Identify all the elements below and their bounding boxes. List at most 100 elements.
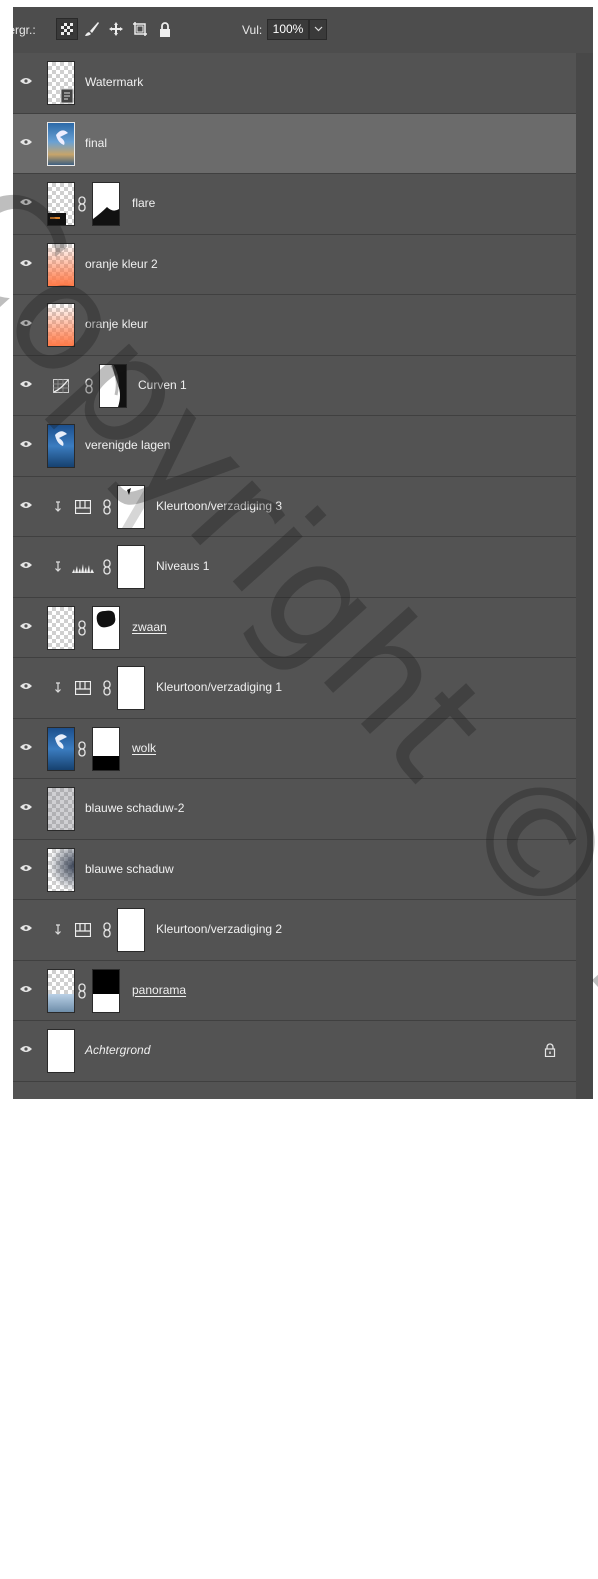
link-chain-icon[interactable] <box>78 740 86 757</box>
visibility-eye-icon[interactable] <box>20 1045 32 1053</box>
curves-icon[interactable] <box>53 378 69 393</box>
layer-row[interactable]: panorama <box>13 961 576 1021</box>
layer-row[interactable]: Niveaus 1 <box>13 537 576 598</box>
layer-name[interactable]: Niveaus 1 <box>156 559 209 573</box>
layer-thumbnail <box>47 787 75 831</box>
link-chain-icon[interactable] <box>78 196 86 212</box>
visibility-eye-icon[interactable] <box>20 77 32 85</box>
link-chain-icon[interactable] <box>85 377 93 394</box>
layers-scrollbar[interactable] <box>576 53 593 1099</box>
layer-name[interactable]: Watermark <box>85 75 143 89</box>
link-chain-icon[interactable] <box>103 559 111 575</box>
layer-thumbnail <box>47 968 75 1013</box>
layer-thumbnail <box>47 605 75 650</box>
layer-row[interactable]: oranje kleur 2 <box>13 235 576 295</box>
layer-name[interactable]: Achtergrond <box>85 1043 150 1057</box>
layer-row[interactable]: Kleurtoon/verzadiging 3 <box>13 477 576 537</box>
layer-name[interactable]: blauwe schaduw-2 <box>85 801 184 815</box>
layers-list: Watermark final flare oranje kleur 2 oranje … <box>13 53 576 1082</box>
layer-row[interactable]: final <box>13 113 576 174</box>
visibility-eye-icon[interactable] <box>20 622 32 630</box>
layer-thumbnail <box>47 1029 75 1073</box>
layer-name[interactable]: oranje kleur 2 <box>85 257 158 271</box>
visibility-eye-icon[interactable] <box>20 440 32 448</box>
layer-row[interactable]: Kleurtoon/verzadiging 2 <box>13 900 576 961</box>
link-chain-icon[interactable] <box>103 498 111 515</box>
hue-saturation-icon[interactable] <box>74 922 92 938</box>
layer-mask-thumbnail[interactable] <box>117 484 145 529</box>
link-chain-icon[interactable] <box>78 982 86 999</box>
visibility-eye-icon[interactable] <box>20 380 32 388</box>
visibility-eye-icon[interactable] <box>20 259 32 267</box>
link-chain-icon[interactable] <box>78 619 86 636</box>
levels-icon[interactable] <box>72 560 94 574</box>
layer-row[interactable]: Achtergrond <box>13 1021 576 1082</box>
layer-name[interactable]: Kleurtoon/verzadiging 2 <box>156 922 282 936</box>
visibility-eye-icon[interactable] <box>20 319 32 327</box>
hue-saturation-icon[interactable] <box>74 499 92 514</box>
layer-name[interactable]: Kleurtoon/verzadiging 3 <box>156 499 282 513</box>
layer-thumbnail <box>47 303 75 347</box>
clipping-arrow-icon <box>55 561 61 572</box>
visibility-eye-icon[interactable] <box>20 864 32 872</box>
layer-row[interactable]: wolk <box>13 719 576 779</box>
layer-row[interactable]: zwaan <box>13 598 576 658</box>
layers-panel: Vergr.: Vul: 100% Watermark final flare ora… <box>13 7 593 1099</box>
lock-all-icon[interactable] <box>156 20 174 38</box>
visibility-eye-icon[interactable] <box>20 198 32 206</box>
layer-name[interactable]: zwaan <box>132 620 167 634</box>
layer-name[interactable]: Kleurtoon/verzadiging 1 <box>156 680 282 694</box>
layer-row[interactable]: oranje kleur <box>13 295 576 356</box>
layer-row[interactable]: blauwe schaduw-2 <box>13 779 576 840</box>
fill-label: Vul: <box>242 23 263 37</box>
clipping-arrow-icon <box>55 682 61 693</box>
layer-mask-thumbnail[interactable] <box>99 363 127 408</box>
layer-row[interactable]: Curven 1 <box>13 356 576 416</box>
visibility-eye-icon[interactable] <box>20 743 32 751</box>
layer-row[interactable]: blauwe schaduw <box>13 840 576 900</box>
move-icon[interactable] <box>107 20 125 38</box>
link-chain-icon[interactable] <box>103 922 111 938</box>
layer-name[interactable]: oranje kleur <box>85 317 148 331</box>
layer-name[interactable]: blauwe schaduw <box>85 862 174 876</box>
layer-thumbnail <box>47 424 75 468</box>
visibility-eye-icon[interactable] <box>20 924 32 932</box>
layer-mask-thumbnail[interactable] <box>92 605 120 650</box>
layer-thumbnail <box>47 847 75 892</box>
layer-row[interactable]: Watermark <box>13 53 576 114</box>
layer-row[interactable]: Kleurtoon/verzadiging 1 <box>13 658 576 719</box>
visibility-eye-icon[interactable] <box>20 138 32 146</box>
link-chain-icon[interactable] <box>103 680 111 696</box>
crop-artboard-icon[interactable] <box>131 20 149 38</box>
layer-mask-thumbnail[interactable] <box>92 726 120 771</box>
layer-name[interactable]: flare <box>132 196 155 210</box>
clipping-arrow-icon <box>55 500 61 512</box>
layer-mask-thumbnail[interactable] <box>117 908 145 952</box>
layer-mask-thumbnail[interactable] <box>117 545 145 589</box>
visibility-eye-icon[interactable] <box>20 501 32 509</box>
visibility-eye-icon[interactable] <box>20 682 32 690</box>
layers-toolbar: Vergr.: Vul: 100% <box>13 7 593 53</box>
lock-icon <box>544 1043 556 1057</box>
layer-name[interactable]: panorama <box>132 983 186 997</box>
hue-saturation-icon[interactable] <box>74 680 92 696</box>
fill-input[interactable]: 100% <box>267 19 309 40</box>
layer-mask-thumbnail[interactable] <box>92 968 120 1013</box>
visibility-eye-icon[interactable] <box>20 985 32 993</box>
layer-mask-thumbnail[interactable] <box>117 666 145 710</box>
layer-mask-thumbnail[interactable] <box>92 182 120 226</box>
layer-name[interactable]: Curven 1 <box>138 378 187 392</box>
layer-row[interactable]: flare <box>13 174 576 235</box>
layer-name[interactable]: final <box>85 136 107 150</box>
layer-thumbnail <box>47 242 75 287</box>
clipping-arrow-icon <box>55 924 61 935</box>
visibility-eye-icon[interactable] <box>20 803 32 811</box>
visibility-eye-icon[interactable] <box>20 561 32 569</box>
lock-transparent-pixels-icon[interactable] <box>56 18 78 40</box>
brush-icon[interactable] <box>83 20 101 38</box>
chevron-down-icon[interactable] <box>309 19 327 40</box>
layer-name[interactable]: wolk <box>132 741 156 755</box>
layer-row[interactable]: verenigde lagen <box>13 416 576 477</box>
layer-thumbnail <box>47 182 75 226</box>
layer-name[interactable]: verenigde lagen <box>85 438 170 452</box>
